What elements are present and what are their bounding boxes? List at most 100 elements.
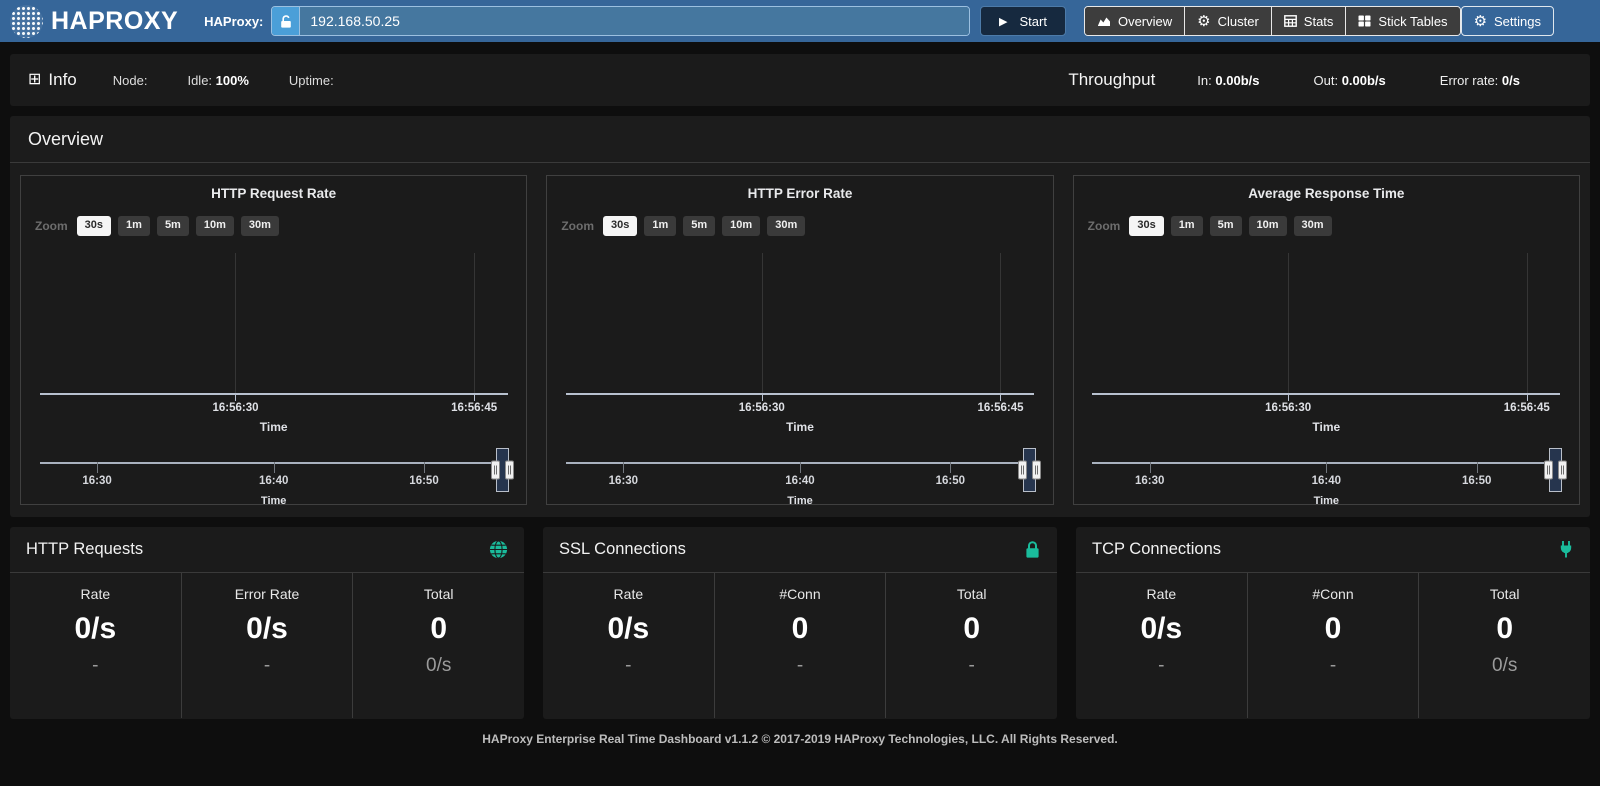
settings-button[interactable]: ⚙ Settings [1461, 6, 1554, 36]
throughput-out: Out: 0.00b/s [1313, 73, 1385, 88]
globe-icon [489, 540, 508, 559]
navigator-tick [623, 462, 624, 473]
navigator-tick-label: 16:50 [936, 475, 965, 487]
zoom-30s-button[interactable]: 30s [603, 216, 637, 235]
x-gridline [1288, 253, 1289, 393]
navigator-tick-label: 16:50 [1462, 475, 1491, 487]
x-axis-title: Time [561, 420, 1038, 436]
navigator-selection[interactable] [496, 448, 509, 492]
navigator-handle-left[interactable] [1018, 461, 1027, 480]
plus-square-icon: ⊞ [28, 72, 41, 88]
x-tick-label: 16:56:45 [451, 402, 497, 414]
chart-panel: HTTP Request Rate Zoom 30s1m5m10m30m 16:… [20, 175, 527, 505]
plot-area[interactable] [35, 247, 512, 395]
navigator-tick-label: 16:30 [609, 475, 638, 487]
x-axis-title: Time [35, 420, 512, 436]
zoom-5m-button[interactable]: 5m [683, 216, 715, 235]
zoom-row: Zoom 30s1m5m10m30m [35, 215, 512, 237]
table-icon [1284, 15, 1297, 27]
navigator-selection[interactable] [1023, 448, 1036, 492]
zoom-5m-button[interactable]: 5m [1210, 216, 1242, 235]
navigator-handle-right[interactable] [505, 461, 514, 480]
chart-panel: HTTP Error Rate Zoom 30s1m5m10m30m 16:56… [546, 175, 1053, 505]
metric-sub: - [886, 655, 1057, 677]
zoom-1m-button[interactable]: 1m [1171, 216, 1203, 235]
zoom-1m-button[interactable]: 1m [118, 216, 150, 235]
zoom-30m-button[interactable]: 30m [767, 216, 805, 235]
metric-value: 0 [1248, 612, 1419, 646]
x-gridline [1000, 253, 1001, 393]
throughput-out-value: 0.00b/s [1342, 73, 1386, 88]
view-switcher: Overview ⚙ Cluster Stats Stick Tables [1084, 6, 1461, 36]
x-tick-label: 16:56:30 [739, 402, 785, 414]
http-requests-card: HTTP Requests Rate 0/s - Error Rate 0/s … [10, 527, 524, 719]
navigator-tick [424, 462, 425, 473]
tab-stats[interactable]: Stats [1271, 7, 1346, 35]
play-icon: ▶ [999, 15, 1007, 28]
haproxy-field-label: HAProxy: [204, 14, 263, 29]
zoom-30s-button[interactable]: 30s [1129, 216, 1163, 235]
x-axis-tick [235, 395, 236, 401]
card-metrics: Rate 0/s - Error Rate 0/s - Total 0 0/s [10, 573, 524, 718]
metric-sub: - [10, 655, 181, 677]
card-metrics: Rate 0/s - #Conn 0 - Total 0 0/s [1076, 573, 1590, 718]
zoom-30s-button[interactable]: 30s [77, 216, 111, 235]
range-navigator[interactable]: 16:30 16:40 16:50 [561, 448, 1038, 494]
ssl-connections-card: SSL Connections Rate 0/s - #Conn 0 - Tot… [543, 527, 1057, 719]
navigator-selection[interactable] [1549, 448, 1562, 492]
start-button[interactable]: ▶ Start [980, 6, 1066, 36]
plot-area[interactable] [561, 247, 1038, 395]
navigator-handle-left[interactable] [1544, 461, 1553, 480]
haproxy-logo-icon [10, 5, 43, 38]
metric-value: 0/s [10, 612, 181, 646]
unlock-button[interactable] [272, 7, 300, 35]
plot-area[interactable] [1088, 247, 1565, 395]
metric-error-rate: Error Rate 0/s - [181, 573, 353, 718]
navigator-handle-left[interactable] [491, 461, 500, 480]
x-axis-labels: 16:56:30 16:56:45 [35, 402, 512, 418]
metric-sub: 0/s [1419, 655, 1590, 677]
x-axis-tick [1288, 395, 1289, 401]
navigator-tick [274, 462, 275, 473]
plug-icon [1558, 540, 1574, 559]
x-axis-line [1092, 393, 1560, 395]
zoom-10m-button[interactable]: 10m [1249, 216, 1287, 235]
card-title: TCP Connections [1092, 540, 1221, 559]
chart-title: Average Response Time [1088, 186, 1565, 204]
x-axis-labels: 16:56:30 16:56:45 [561, 402, 1038, 418]
navigator-tick-label: 16:40 [1312, 475, 1341, 487]
navigator-tick [1326, 462, 1327, 473]
error-rate-value: 0/s [1502, 73, 1520, 88]
range-navigator[interactable]: 16:30 16:40 16:50 [35, 448, 512, 494]
zoom-30m-button[interactable]: 30m [1294, 216, 1332, 235]
navigator-handle-right[interactable] [1032, 461, 1041, 480]
card-header: SSL Connections [543, 527, 1057, 573]
range-navigator[interactable]: 16:30 16:40 16:50 [1088, 448, 1565, 494]
metric-sub: - [182, 655, 353, 677]
tab-overview[interactable]: Overview [1085, 7, 1184, 35]
tab-overview-label: Overview [1118, 14, 1172, 29]
top-navigation-bar: HAPROXY HAProxy: ▶ Start Overview ⚙ Clus… [0, 0, 1600, 42]
haproxy-logo: HAPROXY [10, 5, 178, 38]
metric-sub: - [543, 655, 714, 677]
zoom-5m-button[interactable]: 5m [157, 216, 189, 235]
zoom-10m-button[interactable]: 10m [196, 216, 234, 235]
zoom-30m-button[interactable]: 30m [241, 216, 279, 235]
navigator-handle-right[interactable] [1558, 461, 1567, 480]
grid-icon [1358, 15, 1371, 27]
chart-panel: Average Response Time Zoom 30s1m5m10m30m… [1073, 175, 1580, 505]
zoom-10m-button[interactable]: 10m [722, 216, 760, 235]
node-address-input[interactable] [300, 7, 969, 35]
tab-cluster[interactable]: ⚙ Cluster [1184, 7, 1271, 35]
chart-title: HTTP Error Rate [561, 186, 1038, 204]
throughput-in: In: 0.00b/s [1197, 73, 1259, 88]
navigator-tick-label: 16:40 [785, 475, 814, 487]
throughput-title: Throughput [1068, 70, 1155, 90]
metric-total: Total 0 0/s [1418, 573, 1590, 718]
navigator-tick-label: 16:50 [409, 475, 438, 487]
unlock-icon [279, 14, 293, 29]
metric-value: 0/s [1076, 612, 1247, 646]
zoom-1m-button[interactable]: 1m [644, 216, 676, 235]
navigator-tick [1477, 462, 1478, 473]
tab-stick-tables[interactable]: Stick Tables [1345, 7, 1459, 35]
